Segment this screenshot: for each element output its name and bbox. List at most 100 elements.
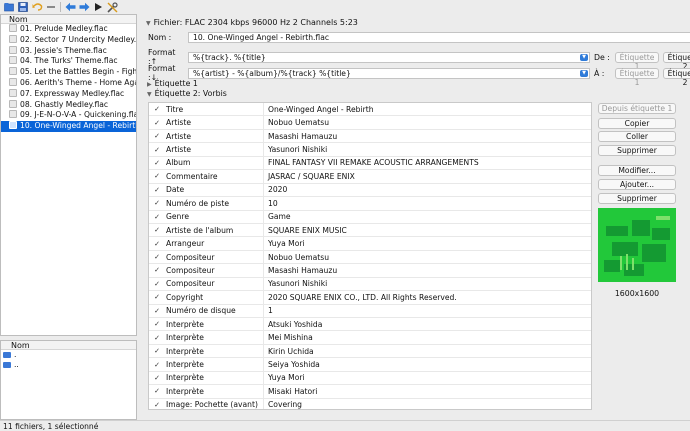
tag2-section[interactable]: ▼ Étiquette 2: Vorbis (147, 89, 227, 98)
frame-value[interactable]: Game (263, 210, 591, 223)
frame-row[interactable]: ✓ Interprète Seiya Yoshida (149, 358, 591, 372)
name-input[interactable]: 10. One-Winged Angel - Rebirth.flac (188, 32, 690, 43)
file-tree-item[interactable]: 08. Ghastly Medley.flac (1, 99, 136, 111)
directory-tree[interactable]: Nom . .. (0, 340, 137, 420)
frame-value[interactable]: Yuya Mori (263, 371, 591, 385)
paste-button[interactable]: Coller (598, 131, 676, 142)
file-tree[interactable]: Nom 01. Prelude Medley.flac 02. Sector 7 … (0, 14, 534, 336)
frame-row[interactable]: ✓ Compositeur Masashi Hamauzu (149, 264, 591, 278)
arrow-left-icon[interactable] (64, 1, 76, 13)
edit-frame-button[interactable]: Modifier... (598, 165, 676, 176)
tag1-section[interactable]: ▶ Étiquette 1 (147, 79, 198, 88)
frame-row[interactable]: ✓ Image: Pochette (avant) Covering (149, 398, 591, 409)
from-tag1-frames-button[interactable]: Depuis étiquette 1 (598, 103, 676, 114)
directory-tree-header[interactable]: Nom (1, 341, 136, 350)
frame-value[interactable]: 10 (263, 197, 591, 210)
frame-row[interactable]: ✓ Copyright 2020 SQUARE ENIX CO., LTD. All… (149, 291, 591, 305)
file-tree-item[interactable]: 04. The Turks' Theme.flac (1, 56, 136, 67)
frame-checkbox[interactable]: ✓ (149, 347, 165, 355)
frame-value[interactable]: One-Winged Angel - Rebirth (263, 103, 591, 116)
frame-checkbox[interactable]: ✓ (149, 132, 165, 140)
file-tree-header[interactable]: Nom (1, 15, 136, 24)
frame-value[interactable]: FINAL FANTASY VII REMAKE ACOUSTIC ARRANG… (263, 156, 591, 170)
frame-value[interactable]: Yasunori Nishiki (263, 143, 591, 156)
frame-checkbox[interactable]: ✓ (149, 159, 165, 167)
tools-icon[interactable] (106, 1, 118, 13)
folder-open-icon[interactable] (3, 1, 15, 13)
frame-row[interactable]: ✓ Album FINAL FANTASY VII REMAKE ACOUSTIC … (149, 156, 591, 171)
frame-checkbox[interactable]: ✓ (149, 266, 165, 274)
frame-value[interactable]: JASRAC / SQUARE ENIX (263, 170, 591, 183)
file-tree-item[interactable]: 07. Expressway Medley.flac (1, 88, 136, 100)
frame-checkbox[interactable]: ✓ (149, 387, 165, 395)
file-tree-item[interactable]: 03. Jessie's Theme.flac (1, 45, 136, 57)
directory-item[interactable]: .. (1, 360, 136, 370)
frame-row[interactable]: ✓ Artiste Masashi Hamauzu (149, 129, 591, 144)
frame-checkbox[interactable]: ✓ (149, 253, 165, 261)
frame-checkbox[interactable]: ✓ (149, 401, 165, 409)
frame-value[interactable]: Nobuo Uematsu (263, 116, 591, 129)
frame-row[interactable]: ✓ Numéro de piste 10 (149, 197, 591, 211)
frame-checkbox[interactable]: ✓ (149, 374, 165, 382)
frame-value[interactable]: 2020 SQUARE ENIX CO., LTD. All Rights Re… (263, 291, 591, 304)
frame-value[interactable]: Masashi Hamauzu (263, 264, 591, 277)
dash-icon[interactable] (45, 1, 57, 13)
frame-row[interactable]: ✓ Arrangeur Yuya Mori (149, 237, 591, 251)
frame-row[interactable]: ✓ Artiste Yasunori Nishiki (149, 143, 591, 157)
frame-checkbox[interactable]: ✓ (149, 280, 165, 288)
frames-table[interactable]: ✓ Titre One-Winged Angel - Rebirth ✓ Artiste… (148, 102, 592, 410)
frame-row[interactable]: ✓ Compositeur Nobuo Uematsu (149, 250, 591, 265)
frame-row[interactable]: ✓ Artiste Nobuo Uematsu (149, 116, 591, 130)
frame-row[interactable]: ✓ Artiste de l'album SQUARE ENIX MUSIC (149, 223, 591, 238)
frame-checkbox[interactable]: ✓ (149, 240, 165, 248)
file-tree-item[interactable]: 06. Aerith's Theme - Home Again.f (1, 77, 136, 89)
frame-row[interactable]: ✓ Date 2020 (149, 183, 591, 198)
collapse-arrow-icon[interactable]: ▼ (146, 20, 151, 27)
add-frame-button[interactable]: Ajouter... (598, 179, 676, 190)
frame-checkbox[interactable]: ✓ (149, 199, 165, 207)
frame-value[interactable]: Nobuo Uematsu (263, 250, 591, 264)
frame-row[interactable]: ✓ Interprète Atsuki Yoshida (149, 318, 591, 332)
frame-checkbox[interactable]: ✓ (149, 172, 165, 180)
frame-checkbox[interactable]: ✓ (149, 293, 165, 301)
frame-row[interactable]: ✓ Commentaire JASRAC / SQUARE ENIX (149, 170, 591, 184)
frame-value[interactable]: Yuya Mori (263, 237, 591, 250)
frame-checkbox[interactable]: ✓ (149, 334, 165, 342)
frame-row[interactable]: ✓ Interprète Mei Mishina (149, 331, 591, 345)
arrow-right-icon[interactable] (78, 1, 90, 13)
frame-checkbox[interactable]: ✓ (149, 186, 165, 194)
file-tree-item[interactable]: 10. One-Winged Angel - Rebirth.flac (1, 121, 136, 132)
frame-value[interactable]: Seiya Yoshida (263, 358, 591, 371)
frame-value[interactable]: SQUARE ENIX MUSIC (263, 223, 591, 237)
frame-checkbox[interactable]: ✓ (149, 226, 165, 234)
remove-tag-button[interactable]: Supprimer (598, 145, 676, 156)
format-down-combo[interactable]: %{artist} - %{album}/%{track} %{title} ▼ (188, 67, 590, 79)
frame-checkbox[interactable]: ✓ (149, 146, 165, 154)
frame-value[interactable]: Yasunori Nishiki (263, 277, 591, 291)
cover-art-image[interactable] (598, 208, 676, 282)
chevron-down-icon[interactable]: ▼ (580, 53, 588, 61)
chevron-down-icon[interactable]: ▼ (580, 69, 588, 77)
undo-arrow-icon[interactable] (31, 1, 43, 13)
frame-checkbox[interactable]: ✓ (149, 361, 165, 369)
frame-value[interactable]: Atsuki Yoshida (263, 318, 591, 331)
frame-row[interactable]: ✓ Compositeur Yasunori Nishiki (149, 277, 591, 292)
play-icon[interactable] (92, 1, 104, 13)
frame-checkbox[interactable]: ✓ (149, 213, 165, 221)
frame-value[interactable]: Masashi Hamauzu (263, 129, 591, 143)
frame-value[interactable]: 2020 (263, 183, 591, 197)
frame-value[interactable]: 1 (263, 304, 591, 317)
directory-item[interactable]: . (1, 350, 136, 360)
format-up-combo[interactable]: %{track}. %{title} ▼ (188, 51, 590, 63)
file-tree-item[interactable]: 01. Prelude Medley.flac (1, 24, 136, 35)
frame-value[interactable]: Kirin Uchida (263, 344, 591, 358)
frame-row[interactable]: ✓ Interprète Yuya Mori (149, 371, 591, 386)
frame-value[interactable]: Misaki Hatori (263, 385, 591, 398)
from-tag2-button[interactable]: Étiquette 2 (663, 51, 690, 71)
file-tree-item[interactable]: 09. J-E-N-O-V-A - Quickening.flac (1, 110, 136, 121)
frame-checkbox[interactable]: ✓ (149, 105, 165, 113)
to-tag1-button[interactable]: Étiquette 1 (615, 67, 659, 87)
frame-value[interactable]: Mei Mishina (263, 331, 591, 344)
file-tree-item[interactable]: 05. Let the Battles Begin - Fight On (1, 67, 136, 78)
frame-checkbox[interactable]: ✓ (149, 307, 165, 315)
